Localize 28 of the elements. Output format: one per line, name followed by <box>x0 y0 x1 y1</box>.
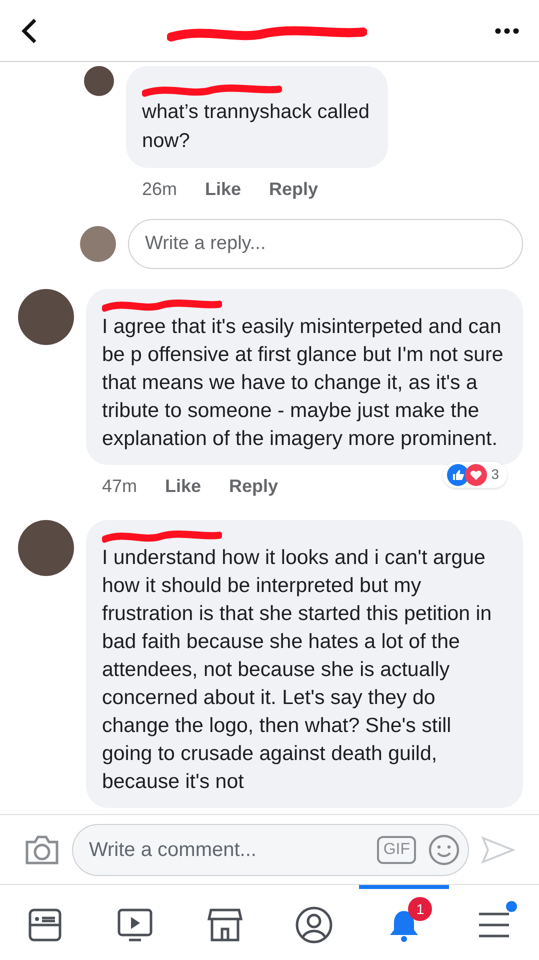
nav-tab[interactable]: 1 <box>359 885 450 960</box>
comment-time: 26m <box>142 178 178 201</box>
profile-icon <box>295 906 334 944</box>
gif-button[interactable]: GIF <box>377 836 416 864</box>
like-link[interactable]: Like <box>205 176 242 203</box>
more-button[interactable] <box>495 28 519 34</box>
news-feed-icon <box>26 906 63 942</box>
avatar[interactable] <box>84 66 114 96</box>
comment-text: what’s trannyshack called now? <box>142 100 371 154</box>
reply-field[interactable]: Write a reply... <box>128 219 523 269</box>
notification-badge: 1 <box>408 897 432 921</box>
shop-icon <box>206 906 243 942</box>
reaction-count: 3 <box>490 465 500 484</box>
camera-icon[interactable] <box>24 834 60 866</box>
reply-link[interactable]: Reply <box>269 176 318 203</box>
comment-field[interactable]: Write a comment... GIF <box>72 824 469 876</box>
back-button[interactable] <box>20 16 38 44</box>
comment-text: I understand how it looks and i can't argue how it should be interpreted but my frustration is that she started this petition in bad faith because she hates a lot of the attendees, not because she is actually concerned about it. Let's say they do change the logo, then what? She's still going to crusade against death guild, because it's not <box>102 545 493 795</box>
back-icon <box>20 16 38 44</box>
avatar[interactable] <box>80 226 116 262</box>
comment-text: I agree that it's easily misinterpeted and can be p offensive at first glance but I'm not sure that means we have to change it, as it's a tribute to someone - maybe just make the explanation of the imagery more prominent. <box>102 314 504 452</box>
like-link[interactable]: Like <box>165 473 202 500</box>
more-icon <box>495 28 519 34</box>
video-icon <box>116 906 153 942</box>
comment-time: 47m <box>102 475 138 498</box>
smiley-icon[interactable] <box>428 834 460 866</box>
reactions-badge[interactable]: 3 <box>443 462 507 488</box>
reply-link[interactable]: Reply <box>229 473 278 500</box>
